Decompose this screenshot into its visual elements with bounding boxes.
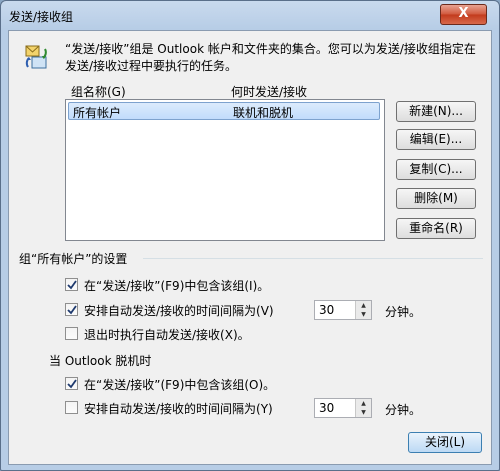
on-exit-label: 退出时执行自动发送/接收(X)。: [84, 328, 250, 342]
intro-text: “发送/接收”组是 Outlook 帐户和文件夹的集合。您可以为发送/接收组指定…: [65, 42, 476, 73]
offline-section-label: 当 Outlook 脱机时: [49, 354, 152, 368]
online-minutes-value: 30: [319, 303, 335, 317]
offline-include-label: 在“发送/接收”(F9)中包含该组(O)。: [84, 378, 276, 392]
close-button[interactable]: 关闭(L): [408, 432, 482, 453]
spin-down-icon[interactable]: ▼: [355, 310, 371, 319]
offline-minutes-spinner[interactable]: 30 ▲ ▼: [314, 398, 372, 418]
column-header-group-name: 组名称(G): [71, 85, 126, 99]
delete-button[interactable]: 删除(M): [396, 188, 476, 209]
dialog-window: 发送/接收组 X “发送/接收”组是 Outlook 帐户和文件夹的集合。您可以…: [0, 0, 500, 471]
close-icon: X: [458, 6, 469, 21]
on-exit-checkbox[interactable]: [65, 327, 78, 340]
rename-button[interactable]: 重命名(R): [396, 218, 476, 239]
online-schedule-label: 安排自动发送/接收的时间间隔为(V): [84, 304, 274, 318]
send-receive-icon: [25, 45, 47, 69]
online-minutes-unit: 分钟。: [385, 305, 422, 319]
window-close-button[interactable]: X: [440, 4, 487, 25]
online-include-checkbox[interactable]: [65, 278, 78, 291]
group-list[interactable]: 所有帐户 联机和脱机: [65, 99, 385, 241]
online-schedule-checkbox[interactable]: [65, 303, 78, 316]
column-header-when: 何时发送/接收: [231, 85, 308, 99]
checkmark-icon: [67, 280, 77, 290]
list-item-name: 所有帐户: [73, 106, 122, 120]
new-button[interactable]: 新建(N)...: [396, 101, 476, 122]
group-settings-label: 组“所有帐户”的设置: [19, 252, 128, 266]
list-item-when: 联机和脱机: [233, 106, 294, 120]
spin-down-icon[interactable]: ▼: [355, 408, 371, 417]
copy-button[interactable]: 复制(C)...: [396, 159, 476, 180]
online-minutes-spinner[interactable]: 30 ▲ ▼: [314, 300, 372, 320]
offline-include-checkbox[interactable]: [65, 377, 78, 390]
title-bar[interactable]: 发送/接收组 X: [1, 1, 499, 29]
spin-up-icon[interactable]: ▲: [355, 399, 371, 408]
online-include-label: 在“发送/接收”(F9)中包含该组(I)。: [84, 279, 270, 293]
window-title: 发送/接收组: [9, 10, 74, 24]
spin-up-icon[interactable]: ▲: [355, 301, 371, 310]
checkmark-icon: [67, 305, 77, 315]
offline-schedule-checkbox[interactable]: [65, 401, 78, 414]
checkmark-icon: [67, 379, 77, 389]
offline-schedule-label: 安排自动发送/接收的时间间隔为(Y): [84, 402, 273, 416]
list-item[interactable]: 所有帐户 联机和脱机: [68, 102, 380, 120]
section-divider: [143, 258, 483, 259]
edit-button[interactable]: 编辑(E)...: [396, 129, 476, 150]
dialog-body: “发送/接收”组是 Outlook 帐户和文件夹的集合。您可以为发送/接收组指定…: [8, 30, 492, 465]
offline-minutes-value: 30: [319, 401, 335, 415]
offline-minutes-unit: 分钟。: [385, 403, 422, 417]
